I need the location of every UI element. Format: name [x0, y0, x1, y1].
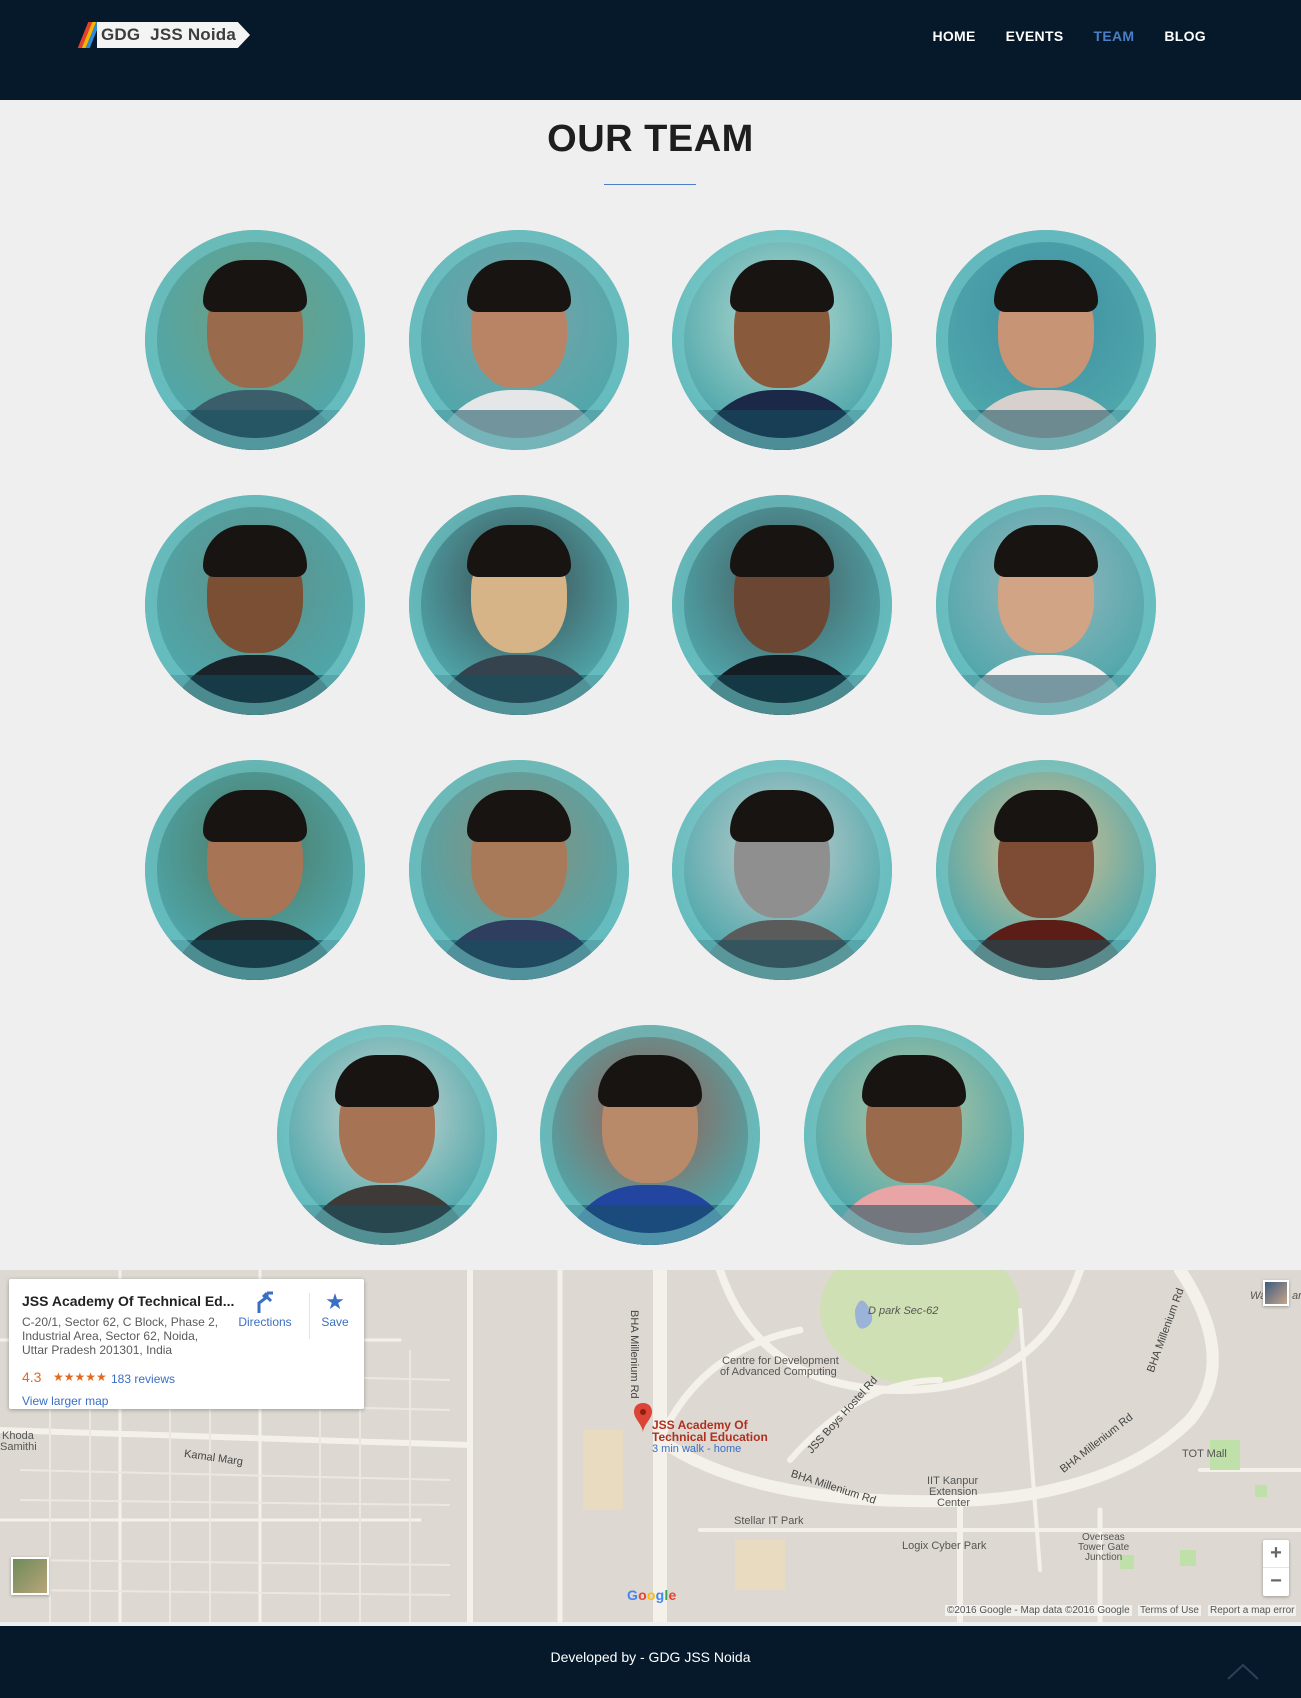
- team-member-avatar: [936, 230, 1156, 450]
- site-footer: Developed by - GDG JSS Noida: [0, 1626, 1301, 1698]
- directions-icon: [235, 1289, 295, 1315]
- zoom-out-button[interactable]: −: [1263, 1568, 1289, 1596]
- back-to-top-chevron-icon[interactable]: [1226, 1655, 1260, 1689]
- logo-text: GDG JSS Noida: [101, 25, 237, 44]
- team-member-avatar: [672, 760, 892, 980]
- street-view-pegman-icon[interactable]: [1263, 1280, 1289, 1306]
- map-label-overseas-3: Junction: [1085, 1552, 1123, 1563]
- member-ring: [409, 230, 629, 450]
- map-label-cdac2: of Advanced Computing: [720, 1366, 837, 1378]
- map-label-iit-3: Center: [937, 1497, 971, 1509]
- satellite-toggle-thumbnail[interactable]: [11, 1557, 49, 1595]
- map-label-ar: ar: [1292, 1290, 1301, 1302]
- card-divider: [309, 1293, 310, 1339]
- zoom-in-button[interactable]: +: [1263, 1540, 1289, 1568]
- map-label-place-2: Technical Education: [652, 1430, 768, 1444]
- map-label-samithi: Samithi: [0, 1441, 37, 1453]
- save-label: Save: [321, 1315, 349, 1329]
- member-ring: [936, 230, 1156, 450]
- team-member-avatar: [409, 230, 629, 450]
- map-label-bha-road-1: BHA Millenium Rd: [628, 1310, 640, 1399]
- map-label-stellar: Stellar IT Park: [734, 1515, 804, 1527]
- zoom-control: + −: [1263, 1540, 1289, 1596]
- team-member-avatar: [936, 495, 1156, 715]
- team-member-avatar: [409, 495, 629, 715]
- member-ring: [672, 760, 892, 980]
- member-ring: [672, 230, 892, 450]
- map-copyright: ©2016 Google - Map data ©2016 Google: [945, 1605, 1132, 1616]
- team-member-avatar: [672, 230, 892, 450]
- place-address: C-20/1, Sector 62, C Block, Phase 2, Ind…: [22, 1315, 219, 1357]
- map-report-error-link[interactable]: Report a map error: [1208, 1605, 1297, 1616]
- member-ring: [145, 230, 365, 450]
- main-nav: HOME EVENTS TEAM BLOG: [932, 28, 1206, 44]
- place-info-card: JSS Academy Of Technical Ed... C-20/1, S…: [9, 1279, 364, 1409]
- team-member-avatar: [145, 495, 365, 715]
- member-ring: [145, 495, 365, 715]
- footer-credit: Developed by - GDG JSS Noida: [550, 1649, 751, 1665]
- map-pin-icon[interactable]: [634, 1403, 652, 1433]
- place-title: JSS Academy Of Technical Ed...: [22, 1293, 235, 1309]
- google-logo: Google: [627, 1587, 677, 1603]
- team-member-avatar: [936, 760, 1156, 980]
- logo-plate: GDG JSS Noida: [97, 22, 251, 48]
- member-ring: [409, 760, 629, 980]
- nav-team[interactable]: TEAM: [1093, 28, 1134, 44]
- map-label-walk: 3 min walk - home: [652, 1443, 742, 1455]
- member-ring: [936, 760, 1156, 980]
- directions-button[interactable]: Directions: [235, 1289, 295, 1329]
- member-ring: [672, 495, 892, 715]
- member-ring: [936, 495, 1156, 715]
- member-ring: [409, 495, 629, 715]
- map-label-logix: Logix Cyber Park: [902, 1540, 987, 1552]
- directions-label: Directions: [238, 1315, 292, 1329]
- member-ring: [277, 1025, 497, 1245]
- map-label-dpark: D park Sec-62: [868, 1305, 939, 1317]
- place-rating: 4.3: [22, 1369, 42, 1385]
- member-ring: [804, 1025, 1024, 1245]
- team-member-avatar: [540, 1025, 760, 1245]
- title-divider: [604, 184, 696, 185]
- save-button[interactable]: ★ Save: [315, 1289, 355, 1329]
- member-ring: [540, 1025, 760, 1245]
- nav-home[interactable]: HOME: [932, 28, 975, 44]
- member-ring: [145, 760, 365, 980]
- team-member-avatar: [672, 495, 892, 715]
- team-member-avatar: [145, 230, 365, 450]
- navbar: GDG JSS Noida HOME EVENTS TEAM BLOG: [0, 0, 1301, 100]
- map-label-tot-mall: TOT Mall: [1182, 1448, 1227, 1460]
- gdg-chevron-icon: [77, 22, 101, 48]
- reviews-link[interactable]: 183 reviews: [111, 1372, 175, 1386]
- team-member-avatar: [145, 760, 365, 980]
- map-terms-link[interactable]: Terms of Use: [1138, 1605, 1201, 1616]
- page-title: OUR TEAM: [547, 118, 754, 160]
- gdg-logo[interactable]: GDG JSS Noida: [77, 22, 251, 48]
- nav-blog[interactable]: BLOG: [1164, 28, 1206, 44]
- nav-events[interactable]: EVENTS: [1006, 28, 1064, 44]
- rating-stars-icon: ★★★★★: [53, 1370, 107, 1384]
- view-larger-map-link[interactable]: View larger map: [22, 1394, 108, 1408]
- team-member-avatar: [409, 760, 629, 980]
- team-member-avatar: [804, 1025, 1024, 1245]
- star-icon: ★: [325, 1289, 345, 1314]
- team-member-avatar: [277, 1025, 497, 1245]
